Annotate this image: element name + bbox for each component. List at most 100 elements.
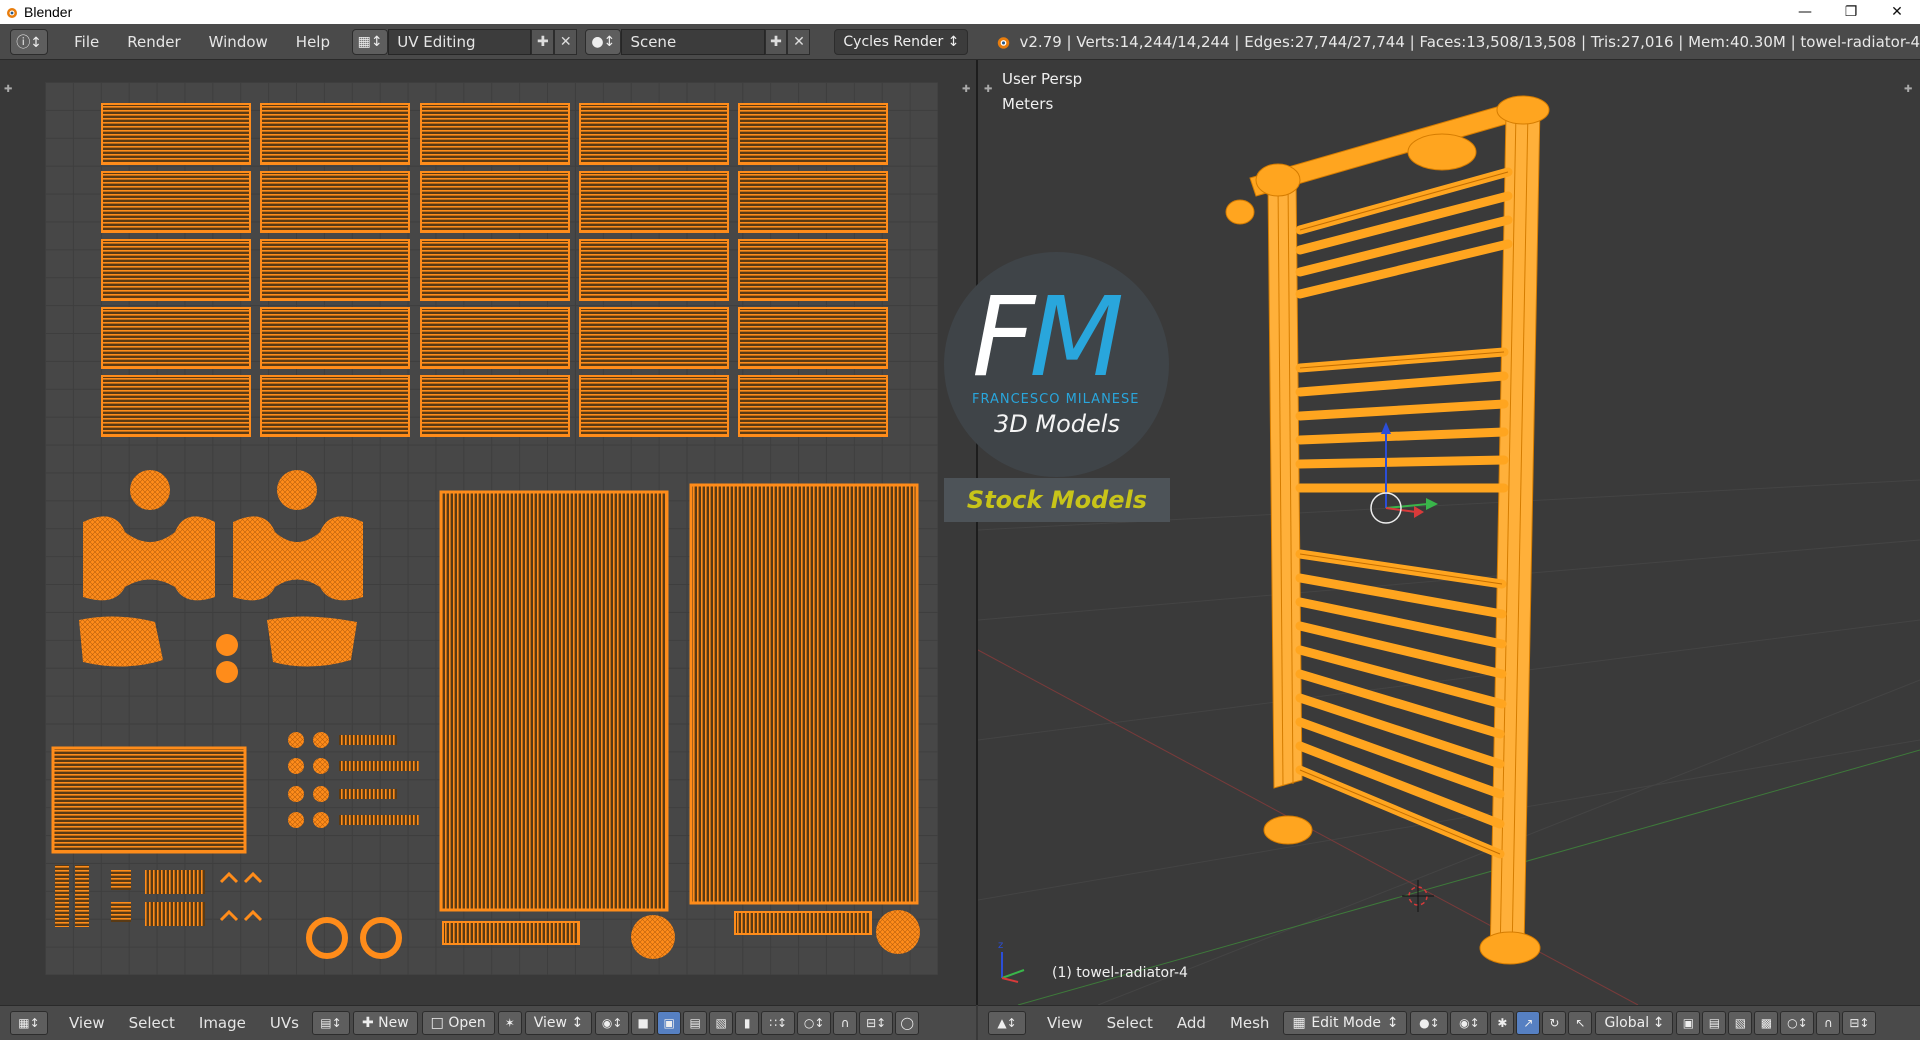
- snap-toggle-icon[interactable]: ∩: [1816, 1011, 1841, 1035]
- rotate-manipulator-icon[interactable]: ↻: [1542, 1011, 1567, 1035]
- translate-manipulator-icon[interactable]: ↗: [1516, 1011, 1541, 1035]
- editor-type-uv-button[interactable]: ▦↕: [10, 1011, 48, 1035]
- mode-label: Edit Mode: [1311, 1015, 1382, 1031]
- proportional-editing-icon[interactable]: ○↕: [1780, 1011, 1815, 1035]
- vp-menu-add[interactable]: Add: [1165, 1014, 1218, 1032]
- main-menu: File Render Window Help: [60, 33, 344, 51]
- uv-menu-select[interactable]: Select: [117, 1014, 187, 1032]
- uv-strip-grid: [101, 103, 888, 437]
- region-toggle-left-icon[interactable]: ✚: [984, 84, 992, 95]
- edge-select-icon[interactable]: ▤: [683, 1011, 708, 1035]
- occlude-geometry-icon[interactable]: ▩: [1754, 1011, 1779, 1035]
- watermark-name: FRANCESCO MILANESE: [972, 392, 1140, 407]
- 3d-cursor-icon: [1402, 880, 1434, 912]
- image-browse-icon[interactable]: ▤↕: [311, 1011, 350, 1035]
- uv-image-editor[interactable]: ✚ ✚: [0, 60, 976, 1005]
- vp-menu-select[interactable]: Select: [1095, 1014, 1165, 1032]
- editor-type-info-button[interactable]: ⓘ↕: [10, 28, 49, 55]
- menu-render[interactable]: Render: [113, 33, 194, 51]
- uv-tube-islands: [439, 483, 920, 959]
- manipulator-toggle-icon[interactable]: ✱: [1490, 1011, 1515, 1035]
- uv-grid-canvas[interactable]: [45, 82, 938, 975]
- view-mode-dropdown[interactable]: View ↕: [524, 1011, 593, 1035]
- scene-icon[interactable]: ●↕: [585, 28, 622, 55]
- uv-menu-view[interactable]: View: [57, 1014, 117, 1032]
- view-mode-label: View: [533, 1015, 567, 1031]
- new-image-button[interactable]: ✚ New: [352, 1011, 418, 1035]
- 3d-viewport[interactable]: z ✚ ✚ User Persp Meters (1) towel-radiat…: [978, 60, 1920, 1005]
- edge-select-mode-icon[interactable]: ▤: [1702, 1011, 1727, 1035]
- watermark-tagline: 3D Models: [994, 410, 1120, 438]
- pin-icon[interactable]: ✶: [497, 1011, 522, 1035]
- menu-file[interactable]: File: [60, 33, 113, 51]
- snap-target-icon[interactable]: ⊟↕: [1842, 1011, 1877, 1035]
- add-screen-icon[interactable]: ✚: [531, 28, 555, 55]
- viewport-shading-icon[interactable]: ●↕: [1410, 1011, 1449, 1035]
- snap-icon[interactable]: ∩: [833, 1011, 858, 1035]
- watermark-logo: FM: [972, 273, 1124, 401]
- sticky-mode-icon[interactable]: ∷↕: [761, 1011, 796, 1035]
- window-title: Blender: [24, 4, 73, 20]
- scale-manipulator-icon[interactable]: ↖: [1568, 1011, 1593, 1035]
- new-image-label: New: [378, 1015, 409, 1031]
- vertex-select-mode-icon[interactable]: ▣: [1676, 1011, 1701, 1035]
- viewport-header: ▲↕ View Select Add Mesh ▦ Edit Mode ↕ ●↕ ◉…: [978, 1005, 1920, 1040]
- chevron-updown-icon: ↕: [947, 33, 960, 50]
- towel-radiator-mesh: [1225, 95, 1550, 965]
- uv-menu-uvs[interactable]: UVs: [258, 1014, 311, 1032]
- uv-menu-image[interactable]: Image: [187, 1014, 258, 1032]
- units-label: Meters: [1002, 95, 1054, 113]
- edit-mode-icon: ▦: [1292, 1015, 1306, 1031]
- menu-window[interactable]: Window: [195, 33, 282, 51]
- orientation-label: Global: [1604, 1015, 1650, 1031]
- axis-widget: z: [998, 940, 1025, 983]
- proportional-edit-icon[interactable]: ○↕: [797, 1011, 832, 1035]
- watermark: FM FRANCESCO MILANESE 3D Models Stock Mo…: [944, 252, 1172, 522]
- uv-islands: [51, 103, 920, 959]
- pivot-point-icon[interactable]: ◉↕: [1450, 1011, 1489, 1035]
- close-window-button[interactable]: ✕: [1874, 0, 1920, 24]
- face-select-mode-icon[interactable]: ▧: [1728, 1011, 1753, 1035]
- pivot-icon[interactable]: ◉↕: [595, 1011, 630, 1035]
- screen-layout-field[interactable]: UV Editing: [388, 28, 532, 55]
- uv-small-islands: [51, 732, 419, 959]
- folder-icon: □: [430, 1015, 449, 1031]
- minimize-button[interactable]: —: [1782, 0, 1828, 24]
- orientation-dropdown[interactable]: Global ↕: [1595, 1011, 1674, 1035]
- open-image-button[interactable]: □ Open: [421, 1011, 495, 1035]
- chevron-updown-icon: ↕: [1386, 1015, 1399, 1031]
- uv-cap-islands: [79, 470, 363, 683]
- island-select-icon[interactable]: ▮: [735, 1011, 760, 1035]
- render-engine-dropdown[interactable]: Cycles Render ↕: [834, 28, 969, 55]
- plus-icon: ✚: [361, 1015, 379, 1031]
- mode-dropdown[interactable]: ▦ Edit Mode ↕: [1283, 1011, 1408, 1035]
- view-label: User Persp: [1002, 70, 1083, 88]
- scene-stats: v2.79 | Verts:14,244/14,244 | Edges:27,7…: [1019, 32, 1920, 51]
- face-select-icon[interactable]: ▧: [709, 1011, 734, 1035]
- mask-icon[interactable]: ◯: [895, 1011, 920, 1035]
- vp-menu-view[interactable]: View: [1035, 1014, 1095, 1032]
- blender-logo-icon: [7, 8, 17, 18]
- region-toggle-left-icon[interactable]: ✚: [4, 84, 12, 95]
- screen-layout-icon[interactable]: ▦↕: [352, 28, 389, 55]
- open-image-label: Open: [448, 1015, 486, 1031]
- delete-screen-icon[interactable]: ✕: [554, 28, 578, 55]
- chevron-updown-icon: ↕: [1652, 1015, 1665, 1031]
- editor-type-3d-button[interactable]: ▲↕: [988, 1011, 1026, 1035]
- sync-selection-icon[interactable]: ■: [631, 1011, 656, 1035]
- watermark-stock: Stock Models: [944, 478, 1170, 522]
- viewport-scene: z: [978, 95, 1920, 1005]
- svg-text:z: z: [998, 940, 1003, 951]
- vp-menu-mesh[interactable]: Mesh: [1218, 1014, 1282, 1032]
- vertex-select-icon[interactable]: ▣: [657, 1011, 682, 1035]
- snap-element-icon[interactable]: ⊟↕: [859, 1011, 894, 1035]
- delete-scene-icon[interactable]: ✕: [787, 28, 811, 55]
- render-engine-label: Cycles Render: [843, 33, 944, 50]
- restore-button[interactable]: ❐: [1828, 0, 1874, 24]
- scene-field[interactable]: Scene: [621, 28, 765, 55]
- region-toggle-right-icon[interactable]: ✚: [1904, 84, 1912, 95]
- region-toggle-right-icon[interactable]: ✚: [962, 84, 970, 95]
- uv-editor-header: ▦↕ View Select Image UVs ▤↕ ✚ New □ Open…: [0, 1005, 976, 1040]
- menu-help[interactable]: Help: [282, 33, 344, 51]
- add-scene-icon[interactable]: ✚: [764, 28, 788, 55]
